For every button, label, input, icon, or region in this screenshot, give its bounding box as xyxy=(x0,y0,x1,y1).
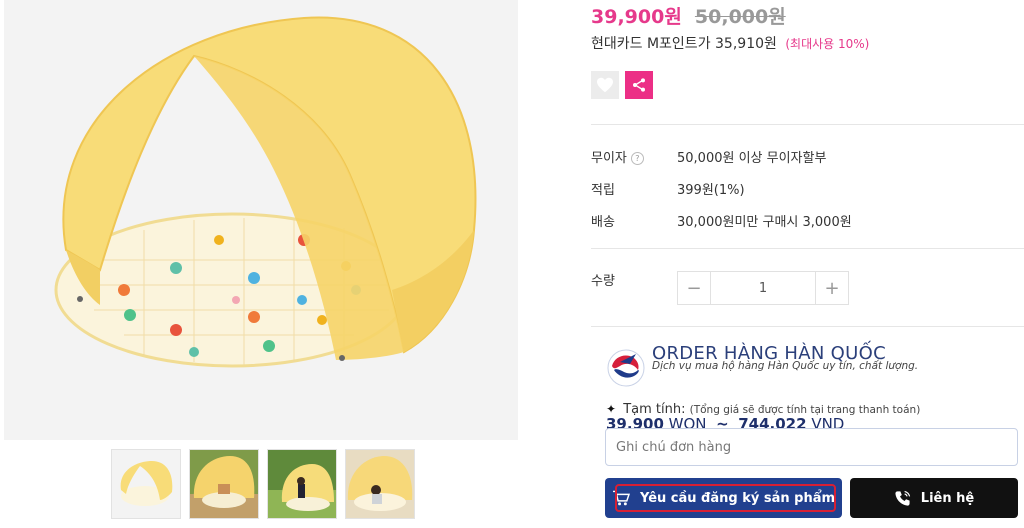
quantity-label: 수량 xyxy=(591,274,615,289)
heart-icon xyxy=(597,77,613,93)
product-info-panel: 39,900원 50,000원 현대카드 M포인트가 35,910원 (최대사용… xyxy=(591,0,1024,528)
order-widget: ORDER HÀNG HÀN QUỐC Dịch vụ mua hộ hàng … xyxy=(592,339,1024,528)
thumbnail-strip xyxy=(111,449,415,519)
sale-price: 39,900원 xyxy=(591,6,682,28)
thumbnail-1[interactable] xyxy=(111,449,181,519)
divider xyxy=(591,326,1024,327)
contact-label: Liên hệ xyxy=(920,490,975,506)
shipping-value: 30,000원미만 구매시 3,000원 xyxy=(677,215,852,230)
phone-icon xyxy=(895,490,910,506)
order-subtitle: Dịch vụ mua hộ hàng Hàn Quốc uy tín, chấ… xyxy=(652,360,919,372)
card-promo-max: (최대사용 10%) xyxy=(785,37,870,51)
thumbnail-2[interactable] xyxy=(189,449,259,519)
thumbnail-3[interactable] xyxy=(267,449,337,519)
order-note-input[interactable] xyxy=(605,428,1018,466)
quantity-plus-button[interactable]: + xyxy=(816,272,848,304)
card-promo: 현대카드 M포인트가 35,910원 (최대사용 10%) xyxy=(591,33,869,53)
share-button[interactable] xyxy=(625,71,653,99)
quantity-stepper: − + xyxy=(677,271,849,305)
divider xyxy=(591,248,1024,249)
product-main-image xyxy=(4,0,518,440)
installment-label: 무이자? xyxy=(591,147,644,166)
share-icon xyxy=(633,78,645,92)
card-promo-text: 현대카드 M포인트가 35,910원 xyxy=(591,36,777,52)
register-product-button[interactable]: Yêu cầu đăng ký sản phẩm xyxy=(605,478,842,518)
points-label: 적립 xyxy=(591,183,615,198)
order-logo-icon xyxy=(607,349,645,387)
icon-buttons xyxy=(591,71,653,99)
quantity-minus-button[interactable]: − xyxy=(678,272,710,304)
like-button[interactable] xyxy=(591,71,619,99)
price-row: 39,900원 50,000원 xyxy=(591,2,786,29)
help-icon[interactable]: ? xyxy=(630,152,644,165)
focus-outline xyxy=(615,484,836,512)
shipping-label: 배송 xyxy=(591,215,615,230)
quantity-input[interactable] xyxy=(710,272,816,304)
points-value: 399원(1%) xyxy=(677,183,745,198)
divider xyxy=(591,124,1024,125)
installment-value: 50,000원 이상 무이자할부 xyxy=(677,151,827,166)
contact-button[interactable]: Liên hệ xyxy=(850,478,1018,518)
original-price: 50,000원 xyxy=(694,6,786,28)
thumbnail-4[interactable] xyxy=(345,449,415,519)
sparkle-icon: ✦ xyxy=(606,402,617,416)
